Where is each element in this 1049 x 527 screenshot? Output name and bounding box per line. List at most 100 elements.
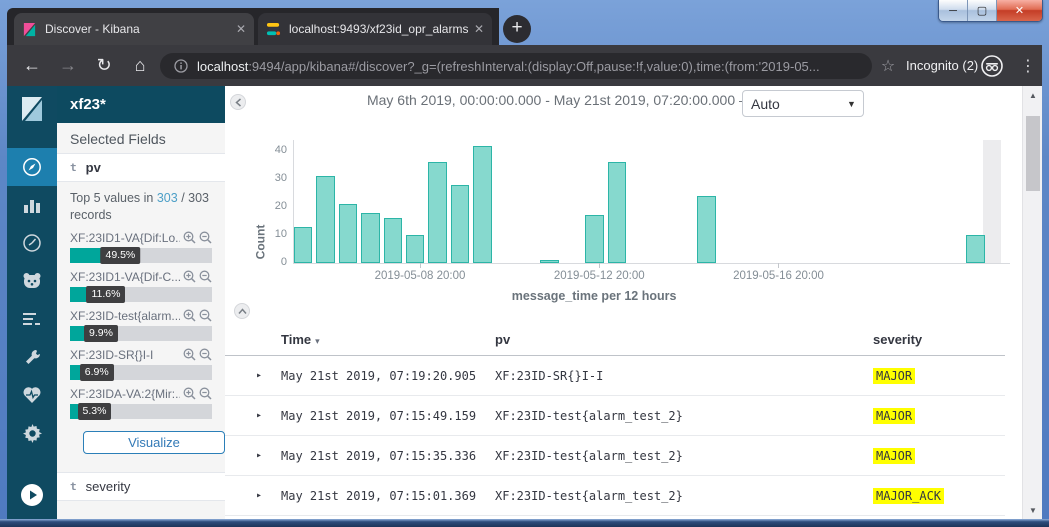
- tab-title: Discover - Kibana: [45, 22, 230, 36]
- home-icon[interactable]: ⌂: [125, 45, 155, 86]
- table-row: ▸ May 21st 2019, 07:19:20.905 XF:23ID-SR…: [225, 356, 1005, 396]
- zoom-out-filter-icon[interactable]: [199, 231, 212, 244]
- forward-icon[interactable]: →: [53, 45, 83, 86]
- sidebar-item-dev-tools[interactable]: [7, 338, 57, 376]
- tab-close-icon[interactable]: ✕: [236, 22, 246, 36]
- x-tick-label: 2019-05-08 20:00: [355, 270, 485, 282]
- info-icon[interactable]: [174, 59, 188, 73]
- collapse-histogram-button[interactable]: [234, 303, 250, 319]
- url-path: :9494/app/kibana#/discover?_g=(refreshIn…: [248, 59, 819, 74]
- histogram-bar[interactable]: [585, 215, 603, 263]
- top-values-summary: Top 5 values in 303 / 303 records: [70, 190, 212, 224]
- table-row: ▸ May 21st 2019, 07:15:35.336 XF:23ID-te…: [225, 436, 1005, 476]
- sidebar-item-monitoring[interactable]: [7, 376, 57, 414]
- x-tick-label: 2019-05-12 20:00: [534, 270, 664, 282]
- histogram-bar[interactable]: [316, 176, 334, 263]
- table-header-row: Time▾ pv severity: [225, 326, 1005, 356]
- y-tick-label: 40: [253, 144, 287, 156]
- tab-discover-kibana[interactable]: Discover - Kibana ✕: [14, 13, 254, 45]
- expand-row-caret[interactable]: ▸: [256, 370, 262, 381]
- close-button[interactable]: ✕: [997, 0, 1042, 21]
- field-value-percent: 11.6%: [86, 286, 125, 303]
- cell-pv: XF:23ID-test{alarm_test_2}: [495, 489, 683, 503]
- kibana-nav-rail: [7, 86, 57, 519]
- zoom-out-filter-icon[interactable]: [199, 309, 212, 322]
- tab-close-icon[interactable]: ✕: [474, 22, 484, 36]
- histogram-bar[interactable]: [451, 185, 469, 263]
- address-bar[interactable]: localhost:9494/app/kibana#/discover?_g=(…: [160, 53, 872, 79]
- zoom-in-filter-icon[interactable]: [183, 309, 196, 322]
- zoom-in-filter-icon[interactable]: [183, 348, 196, 361]
- interval-select[interactable]: Auto: [742, 90, 864, 117]
- histogram-bar[interactable]: [361, 213, 379, 263]
- histogram-bar[interactable]: [294, 227, 312, 263]
- histogram-bar[interactable]: [406, 235, 424, 263]
- zoom-out-filter-icon[interactable]: [199, 387, 212, 400]
- field-value-percent: 5.3%: [78, 403, 112, 420]
- gauge-clock-icon: [22, 233, 42, 253]
- column-header-pv[interactable]: pv: [495, 332, 510, 347]
- zoom-in-filter-icon[interactable]: [183, 270, 196, 283]
- kibana-logo[interactable]: [7, 86, 57, 132]
- new-tab-button[interactable]: +: [503, 15, 531, 43]
- field-item-pv[interactable]: t pv: [57, 153, 225, 182]
- records-count-link[interactable]: 303: [157, 191, 178, 205]
- severity-highlight: MAJOR_ACK: [873, 488, 944, 504]
- histogram-bar[interactable]: [540, 260, 558, 263]
- histogram-bar[interactable]: [428, 162, 446, 263]
- scrollbar-thumb[interactable]: [1026, 116, 1040, 191]
- browser-window: Discover - Kibana ✕ localhost:9493/xf23i…: [0, 0, 1049, 527]
- nav-collapse-button[interactable]: [7, 477, 57, 513]
- column-header-severity[interactable]: severity: [873, 332, 922, 347]
- field-value-name: XF:23IDA-VA:2{Mir:...: [70, 387, 180, 401]
- field-type-badge: t: [70, 480, 77, 493]
- elasticsearch-favicon-icon: [266, 22, 281, 37]
- histogram-bar[interactable]: [473, 146, 491, 263]
- window-controls: ─ ▢ ✕: [938, 0, 1043, 22]
- histogram-bar[interactable]: [608, 162, 626, 263]
- field-type-badge: t: [70, 161, 77, 174]
- sidebar-item-dashboard[interactable]: [7, 224, 57, 262]
- bar-chart-icon: [23, 196, 41, 214]
- sidebar-item-apm[interactable]: [7, 262, 57, 300]
- tab-localhost-9493[interactable]: localhost:9493/xf23id_opr_alarms ✕: [258, 13, 492, 45]
- histogram-bar[interactable]: [966, 235, 984, 263]
- minimize-button[interactable]: ─: [939, 0, 968, 21]
- zoom-out-filter-icon[interactable]: [199, 348, 212, 361]
- histogram-bar[interactable]: [697, 196, 715, 263]
- maximize-button[interactable]: ▢: [968, 0, 997, 21]
- scroll-down-icon[interactable]: ▼: [1023, 502, 1042, 518]
- index-pattern-selector[interactable]: xf23*: [57, 86, 225, 123]
- sidebar-item-discover[interactable]: [7, 148, 57, 186]
- vertical-scrollbar[interactable]: ▲ ▼: [1022, 86, 1042, 519]
- sidebar-item-logs[interactable]: [7, 300, 57, 338]
- table-row: ▸ May 21st 2019, 07:15:01.369 XF:23ID-te…: [225, 476, 1005, 516]
- visualize-button[interactable]: Visualize: [83, 431, 225, 454]
- x-tick-mark: [420, 263, 421, 268]
- sidebar-item-management[interactable]: [7, 414, 57, 452]
- zoom-in-filter-icon[interactable]: [183, 231, 196, 244]
- cell-severity: MAJOR_ACK: [873, 489, 944, 503]
- cell-pv: XF:23ID-test{alarm_test_2}: [495, 409, 683, 423]
- browser-menu-icon[interactable]: ⋮: [1013, 45, 1043, 86]
- expand-row-caret[interactable]: ▸: [256, 410, 262, 421]
- histogram-chart: Count 2019-05-08 20:002019-05-12 20:0020…: [225, 130, 1022, 306]
- field-value-bar: 9.9%: [70, 326, 212, 341]
- expand-row-caret[interactable]: ▸: [256, 490, 262, 501]
- field-item-severity[interactable]: t severity: [57, 472, 225, 501]
- cell-time: May 21st 2019, 07:15:01.369: [281, 489, 476, 503]
- sidebar-item-visualize[interactable]: [7, 186, 57, 224]
- expand-row-caret[interactable]: ▸: [256, 450, 262, 461]
- column-header-time[interactable]: Time▾: [281, 332, 320, 347]
- scroll-up-icon[interactable]: ▲: [1023, 87, 1042, 103]
- x-axis-label: message_time per 12 hours: [293, 289, 895, 303]
- y-tick-label: 30: [253, 172, 287, 184]
- back-icon[interactable]: ←: [17, 45, 47, 86]
- histogram-bar[interactable]: [339, 204, 357, 263]
- reload-icon[interactable]: ↻: [89, 45, 119, 86]
- zoom-in-filter-icon[interactable]: [183, 387, 196, 400]
- bookmark-star-icon[interactable]: ☆: [875, 45, 901, 86]
- zoom-out-filter-icon[interactable]: [199, 270, 212, 283]
- compass-icon: [22, 157, 42, 177]
- histogram-bar[interactable]: [384, 218, 402, 263]
